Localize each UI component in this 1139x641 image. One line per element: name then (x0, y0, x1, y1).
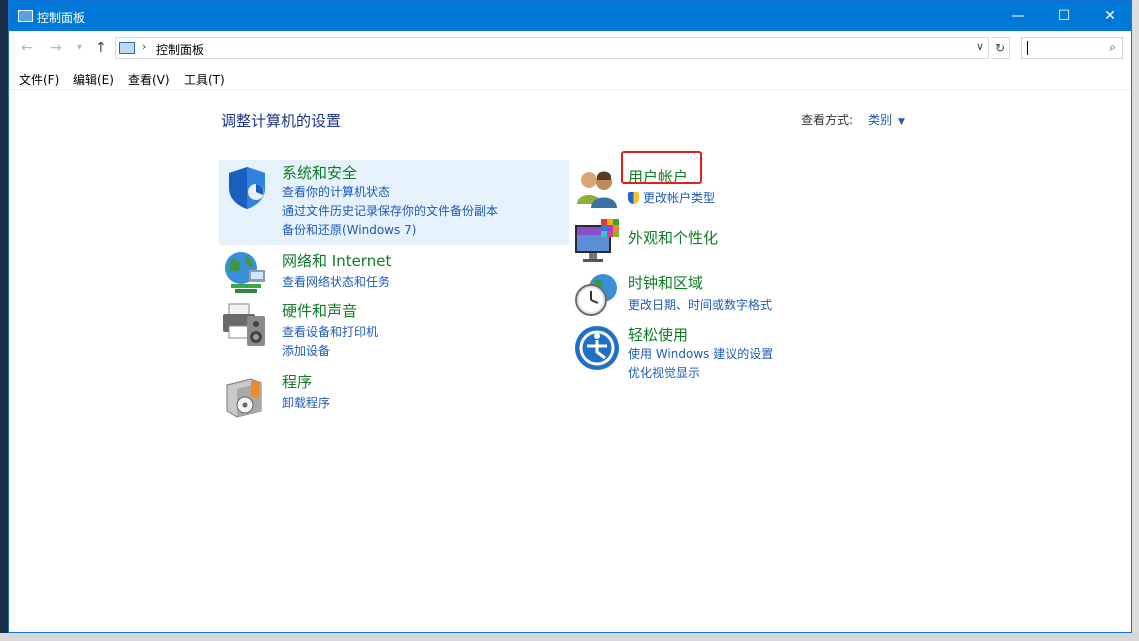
title-bar[interactable]: 控制面板 — ☐ ✕ (9, 1, 1131, 31)
link-backup-restore[interactable]: 备份和还原(Windows 7) (282, 221, 416, 238)
link-view-computer-status[interactable]: 查看你的计算机状态 (282, 183, 390, 200)
view-by-dropdown[interactable]: 类别 ▼ (868, 111, 905, 128)
back-button[interactable]: ← (21, 40, 33, 56)
category-ease-of-access[interactable]: 轻松使用 使用 Windows 建议的设置 优化视觉显示 (571, 322, 901, 380)
category-title-clock-region[interactable]: 时钟和区域 (628, 272, 703, 293)
window-title: 控制面板 (37, 11, 86, 25)
category-clock-region[interactable]: 时钟和区域 更改日期、时间或数字格式 (571, 270, 901, 320)
programs-box-icon (226, 378, 262, 418)
menu-file[interactable]: 文件(F) (19, 71, 59, 88)
menu-edit[interactable]: 编辑(E) (73, 71, 114, 88)
address-toolbar: ← → ▾ ↑ › 控制面板 ∨ ↻ ⌕ (9, 31, 1131, 65)
link-file-history-backup[interactable]: 通过文件历史记录保存你的文件备份副本 (282, 202, 498, 219)
link-change-date-time-format[interactable]: 更改日期、时间或数字格式 (628, 296, 772, 313)
ease-of-access-icon (575, 326, 619, 370)
link-change-account-type-label[interactable]: 更改帐户类型 (643, 191, 715, 205)
search-icon[interactable]: ⌕ (1109, 40, 1116, 55)
recent-locations-button[interactable]: ▾ (77, 42, 82, 53)
menu-bar: 文件(F) 编辑(E) 查看(V) 工具(T) (9, 65, 1131, 90)
dropdown-arrow-icon[interactable]: ▼ (898, 117, 905, 127)
page-title: 调整计算机的设置 (221, 112, 342, 130)
category-system-security[interactable]: 系统和安全 查看你的计算机状态 通过文件历史记录保存你的文件备份副本 备份和还原… (219, 160, 569, 245)
menu-view[interactable]: 查看(V) (128, 71, 170, 88)
category-title-appearance-personalization[interactable]: 外观和个性化 (628, 227, 718, 248)
category-hardware-sound[interactable]: 硬件和声音 查看设备和打印机 添加设备 (219, 298, 569, 359)
text-caret (1027, 41, 1028, 55)
view-by-value[interactable]: 类别 (868, 113, 892, 127)
search-input[interactable]: ⌕ (1021, 37, 1123, 59)
view-by-label: 查看方式: (801, 113, 854, 127)
address-dropdown-icon[interactable]: ∨ (976, 40, 984, 53)
category-network-internet[interactable]: 网络和 Internet 查看网络状态和任务 (219, 248, 569, 296)
control-panel-app-icon (18, 10, 33, 22)
up-button[interactable]: ↑ (95, 40, 107, 56)
maximize-button[interactable]: ☐ (1041, 1, 1087, 31)
minimize-button[interactable]: — (995, 1, 1041, 31)
menu-tools[interactable]: 工具(T) (184, 71, 225, 88)
link-uninstall-program[interactable]: 卸载程序 (282, 394, 330, 411)
link-windows-recommended-settings[interactable]: 使用 Windows 建议的设置 (628, 345, 773, 362)
link-devices-printers[interactable]: 查看设备和打印机 (282, 323, 378, 340)
uac-shield-icon (628, 192, 639, 204)
category-title-programs[interactable]: 程序 (282, 371, 312, 392)
category-programs[interactable]: 程序 卸载程序 (219, 369, 569, 419)
address-bar[interactable]: › 控制面板 ∨ (115, 37, 989, 59)
users-icon (577, 171, 617, 208)
globe-network-icon (225, 252, 265, 293)
forward-button[interactable]: → (50, 40, 62, 56)
monitor-palette-icon (575, 219, 619, 262)
category-title-system-security[interactable]: 系统和安全 (282, 162, 357, 183)
desktop-background-left (0, 0, 8, 641)
category-title-hardware-sound[interactable]: 硬件和声音 (282, 300, 357, 321)
breadcrumb-control-panel[interactable]: 控制面板 (156, 41, 204, 58)
taskbar (0, 633, 1139, 641)
category-title-network-internet[interactable]: 网络和 Internet (282, 250, 391, 271)
category-title-ease-of-access[interactable]: 轻松使用 (628, 324, 688, 345)
control-panel-window: 控制面板 — ☐ ✕ ← → ▾ ↑ › 控制面板 ∨ ↻ ⌕ 文件(F) 编辑… (8, 0, 1132, 633)
refresh-button[interactable]: ↻ (991, 37, 1010, 59)
link-add-device[interactable]: 添加设备 (282, 342, 330, 359)
close-button[interactable]: ✕ (1087, 1, 1133, 31)
breadcrumb-chevron-icon[interactable]: › (142, 40, 146, 53)
printer-speaker-icon (223, 303, 265, 346)
link-network-status[interactable]: 查看网络状态和任务 (282, 273, 390, 290)
clock-globe-icon (575, 274, 617, 316)
link-optimize-visual-display[interactable]: 优化视觉显示 (628, 364, 700, 381)
shield-icon (229, 167, 265, 209)
control-panel-icon (119, 42, 135, 54)
link-change-account-type[interactable]: 更改帐户类型 (628, 189, 715, 206)
main-content: 调整计算机的设置 查看方式: 类别 ▼ 系统和安全 查看你的计算机状态 通过文件历… (9, 90, 1131, 632)
annotation-highlight-box (621, 151, 702, 184)
category-appearance-personalization[interactable]: 外观和个性化 (571, 217, 901, 265)
